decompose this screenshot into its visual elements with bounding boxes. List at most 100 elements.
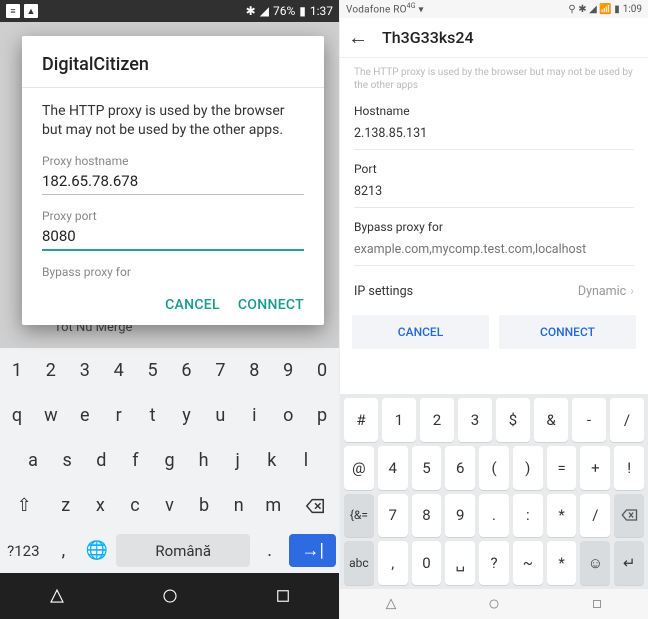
key-f[interactable]: f: [118, 438, 152, 483]
hostname-input[interactable]: [354, 126, 634, 150]
key-␣[interactable]: ␣: [445, 541, 475, 585]
key-t[interactable]: t: [136, 393, 170, 438]
key-4[interactable]: 4: [378, 446, 408, 490]
backspace-key[interactable]: [291, 483, 339, 528]
key-9[interactable]: 9: [271, 348, 305, 393]
key-p[interactable]: p: [305, 393, 339, 438]
globe-key[interactable]: 🌐: [80, 528, 113, 573]
nav-recent[interactable]: [226, 573, 339, 619]
space-key[interactable]: Română: [116, 534, 249, 567]
key-w[interactable]: w: [34, 393, 68, 438]
key-n[interactable]: n: [221, 483, 256, 528]
comma-key[interactable]: ,: [47, 528, 80, 573]
symbols-key[interactable]: ?123: [0, 528, 47, 573]
key-8[interactable]: 8: [412, 494, 442, 538]
key-@[interactable]: @: [344, 446, 374, 490]
key-3[interactable]: 3: [68, 348, 102, 393]
key-l[interactable]: l: [289, 438, 323, 483]
key-9[interactable]: 9: [445, 494, 475, 538]
key-b[interactable]: b: [187, 483, 222, 528]
key-)[interactable]: ): [513, 446, 543, 490]
back-button[interactable]: ←: [348, 25, 368, 50]
key-{&=[interactable]: {&=: [344, 494, 374, 538]
nav-home[interactable]: [113, 573, 226, 619]
key-&[interactable]: &: [534, 398, 568, 442]
key-8[interactable]: 8: [237, 348, 271, 393]
enter-key[interactable]: ↵: [614, 541, 644, 585]
key-#[interactable]: #: [344, 398, 378, 442]
key-1[interactable]: 1: [382, 398, 416, 442]
key-?[interactable]: ?: [479, 541, 509, 585]
key-j[interactable]: j: [221, 438, 255, 483]
key-6[interactable]: 6: [445, 446, 475, 490]
key-7[interactable]: 7: [378, 494, 408, 538]
key-/[interactable]: /: [610, 398, 644, 442]
key-y[interactable]: y: [170, 393, 204, 438]
ip-settings-row[interactable]: IP settings Dynamic ›: [354, 278, 634, 311]
key-3[interactable]: 3: [458, 398, 492, 442]
key-0[interactable]: 0: [412, 541, 442, 585]
key-5[interactable]: 5: [136, 348, 170, 393]
key-=[interactable]: =: [547, 446, 577, 490]
key-e[interactable]: e: [68, 393, 102, 438]
port-input[interactable]: [42, 225, 304, 251]
key-c[interactable]: c: [118, 483, 153, 528]
key-g[interactable]: g: [152, 438, 186, 483]
nav-home[interactable]: [443, 589, 546, 619]
key-h[interactable]: h: [187, 438, 221, 483]
key-([interactable]: (: [479, 446, 509, 490]
key-k[interactable]: k: [255, 438, 289, 483]
key-4[interactable]: 4: [102, 348, 136, 393]
key-+[interactable]: +: [580, 446, 610, 490]
nav-back[interactable]: [340, 589, 443, 619]
keyboard[interactable]: #123$&-/ @456()=+! {&=789.:*/ abc,0␣?~*☺…: [340, 394, 648, 589]
key-d[interactable]: d: [84, 438, 118, 483]
backspace-key[interactable]: [614, 494, 644, 538]
port-field[interactable]: Proxy port: [42, 209, 304, 251]
connect-button[interactable]: CONNECT: [238, 297, 304, 313]
key-u[interactable]: u: [203, 393, 237, 438]
key-~[interactable]: ~: [513, 541, 543, 585]
nav-recent[interactable]: [545, 589, 648, 619]
key-*[interactable]: *: [547, 494, 577, 538]
enter-key[interactable]: →|: [289, 534, 336, 567]
key-1[interactable]: 1: [0, 348, 34, 393]
key-5[interactable]: 5: [412, 446, 442, 490]
key-m[interactable]: m: [256, 483, 291, 528]
key-*[interactable]: *: [547, 541, 577, 585]
key--[interactable]: -: [572, 398, 606, 442]
cancel-button[interactable]: CANCEL: [352, 315, 489, 349]
key-s[interactable]: s: [50, 438, 84, 483]
key-abc[interactable]: abc: [344, 541, 374, 585]
key-x[interactable]: x: [83, 483, 118, 528]
period-key[interactable]: .: [253, 528, 286, 573]
port-input[interactable]: [354, 184, 634, 208]
shift-key[interactable]: ⇧: [0, 483, 48, 528]
key-i[interactable]: i: [237, 393, 271, 438]
bypass-input[interactable]: [354, 242, 634, 266]
key-v[interactable]: v: [152, 483, 187, 528]
key-/[interactable]: /: [580, 494, 610, 538]
key-6[interactable]: 6: [170, 348, 204, 393]
key-o[interactable]: o: [271, 393, 305, 438]
key-.[interactable]: .: [479, 494, 509, 538]
cancel-button[interactable]: CANCEL: [165, 297, 220, 313]
key-r[interactable]: r: [102, 393, 136, 438]
key-2[interactable]: 2: [420, 398, 454, 442]
key-:[interactable]: :: [513, 494, 543, 538]
hostname-input[interactable]: [42, 170, 304, 195]
key-z[interactable]: z: [48, 483, 83, 528]
connect-button[interactable]: CONNECT: [499, 315, 636, 349]
key-q[interactable]: q: [0, 393, 34, 438]
key-$[interactable]: $: [496, 398, 530, 442]
key-2[interactable]: 2: [34, 348, 68, 393]
emoji-key[interactable]: ☺: [580, 541, 610, 585]
key-0[interactable]: 0: [305, 348, 339, 393]
key-,[interactable]: ,: [378, 541, 408, 585]
key-7[interactable]: 7: [203, 348, 237, 393]
keyboard[interactable]: 1234567890 qwertyuiop asdfghjkl ⇧ zxcvbn…: [0, 348, 339, 573]
hostname-field[interactable]: Proxy hostname: [42, 154, 304, 195]
key-![interactable]: !: [614, 446, 644, 490]
key-a[interactable]: a: [16, 438, 50, 483]
nav-back[interactable]: [0, 573, 113, 619]
